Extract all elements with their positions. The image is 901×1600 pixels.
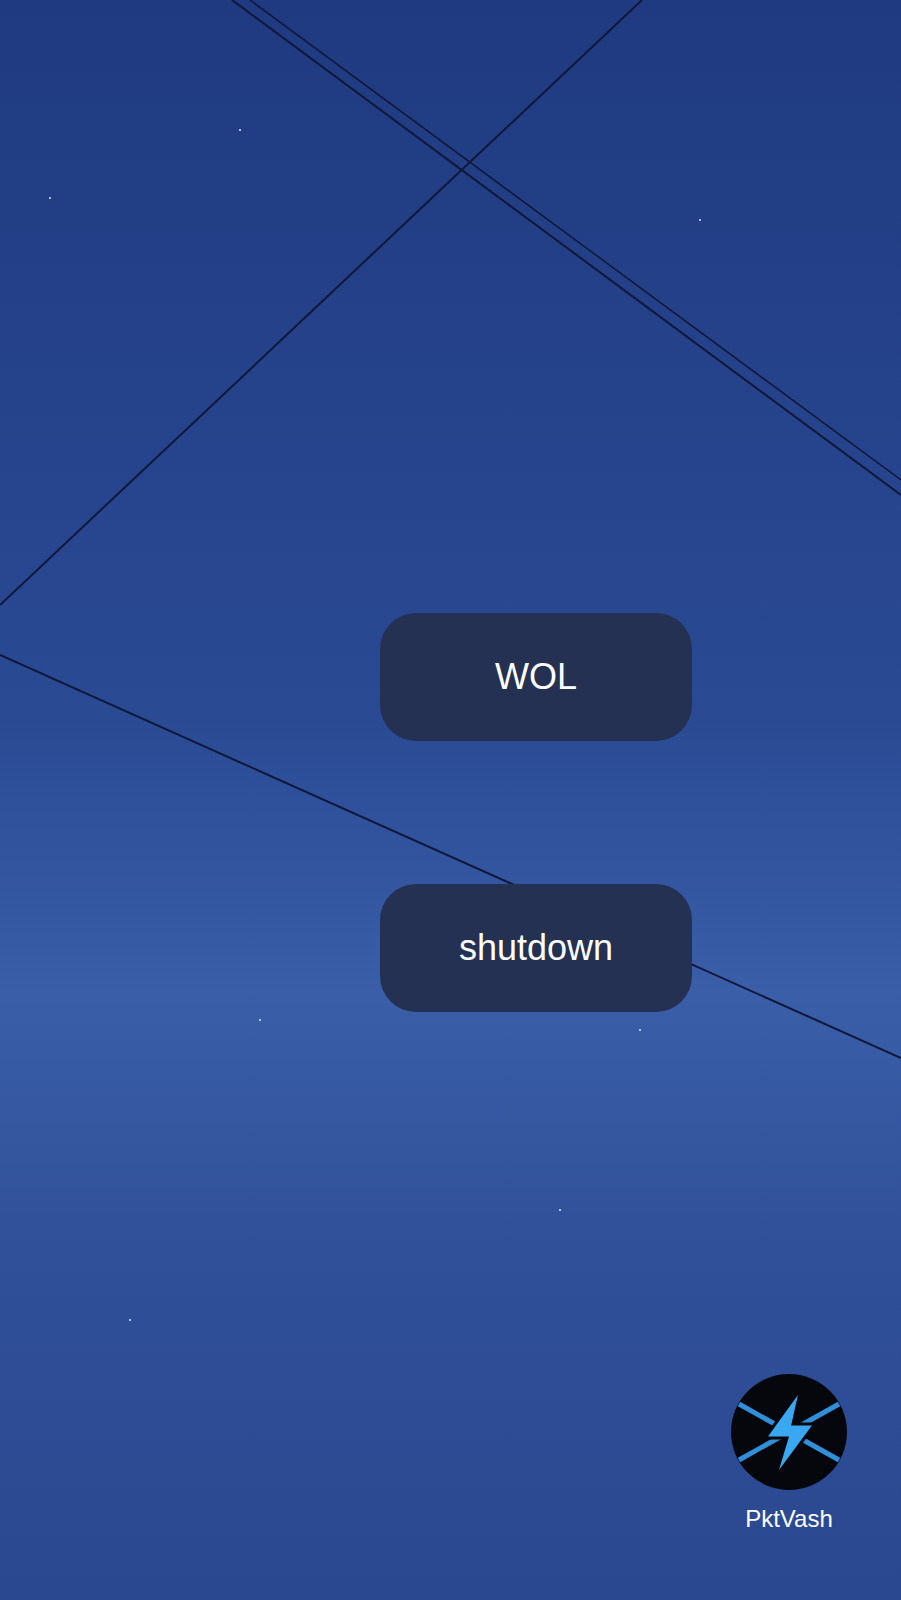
app-row: PktVash	[0, 1374, 901, 1600]
widget-stack: WOL shutdown	[0, 0, 901, 1012]
app-shortcut[interactable]: PktVash	[719, 1374, 859, 1534]
widget-button[interactable]: WOL	[380, 613, 692, 741]
app-label: PktVash	[745, 1504, 833, 1534]
widget-button[interactable]: shutdown	[380, 884, 692, 1012]
lightning-icon[interactable]	[731, 1374, 847, 1490]
home-screen: WOL shutdown PktVash	[0, 0, 901, 1600]
widget-label: WOL	[495, 659, 577, 695]
wallpaper-photo	[0, 0, 901, 1600]
widget-label: shutdown	[459, 930, 613, 966]
